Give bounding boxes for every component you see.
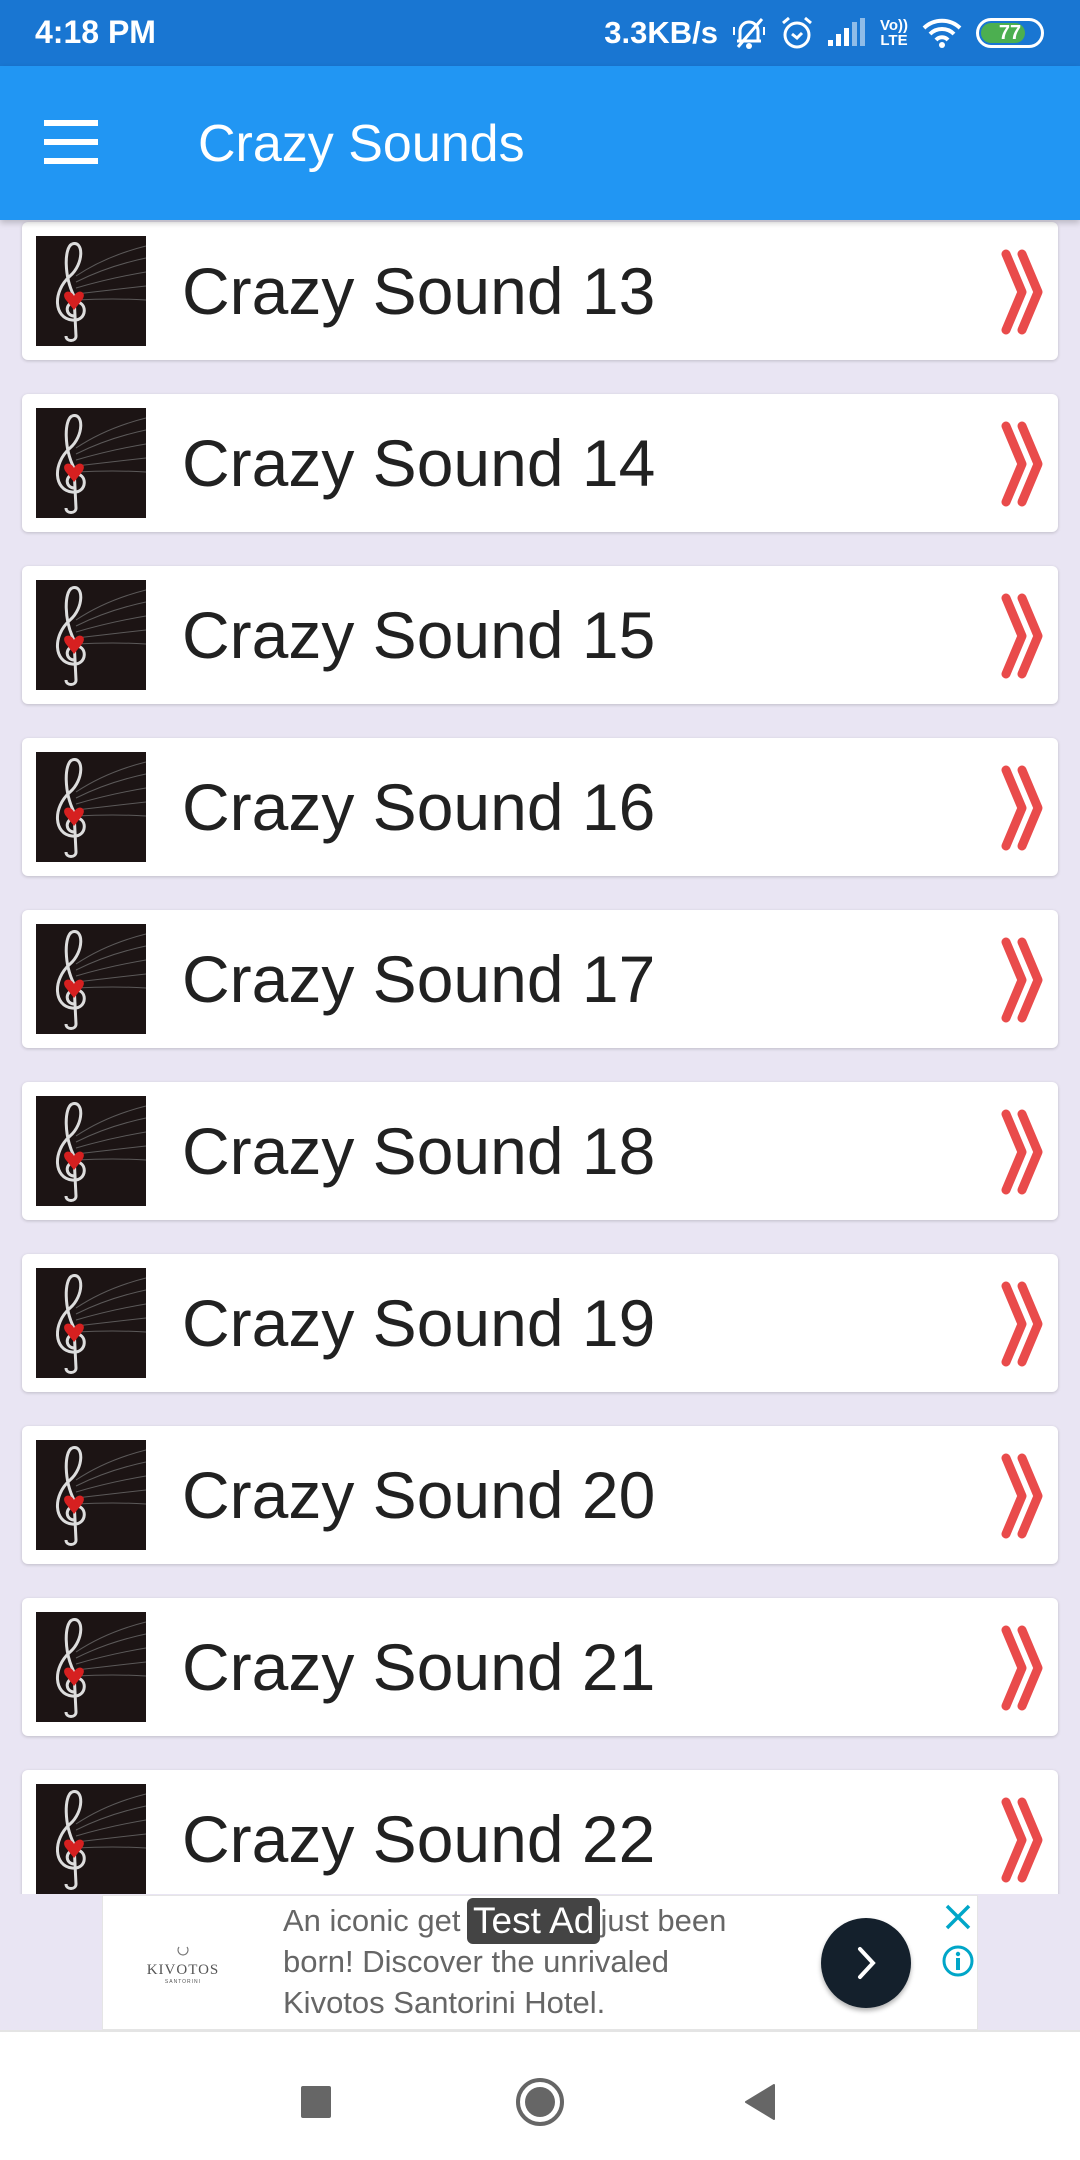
list-item-label: Crazy Sound 14 [182, 426, 656, 500]
list-item-label: Crazy Sound 18 [182, 1114, 656, 1188]
double-chevron-right-icon[interactable] [1000, 1452, 1046, 1540]
list-item-label: Crazy Sound 21 [182, 1630, 656, 1704]
status-bar: 4:18 PM 3.3KB/s Vo)) LTE 77 [0, 0, 1080, 66]
list-item[interactable]: Crazy Sound 19 [22, 1254, 1058, 1392]
double-chevron-right-icon[interactable] [1000, 592, 1046, 680]
double-chevron-right-icon[interactable] [1000, 248, 1046, 336]
treble-clef-thumbnail-icon [36, 1784, 146, 1894]
close-icon[interactable] [941, 1900, 975, 1934]
signal-icon [827, 18, 866, 48]
treble-clef-thumbnail-icon [36, 924, 146, 1034]
system-nav-bar [0, 2030, 1080, 2160]
list-item-label: Crazy Sound 16 [182, 770, 656, 844]
test-ad-badge: Test Ad [467, 1898, 601, 1944]
list-item-label: Crazy Sound 19 [182, 1286, 656, 1360]
chevron-right-icon [858, 1947, 876, 1979]
list-item-label: Crazy Sound 17 [182, 942, 656, 1016]
list-item-label: Crazy Sound 22 [182, 1802, 656, 1876]
double-chevron-right-icon[interactable] [1000, 1624, 1046, 1712]
double-chevron-right-icon[interactable] [1000, 764, 1046, 852]
treble-clef-thumbnail-icon [36, 408, 146, 518]
list-item[interactable]: Crazy Sound 22 [22, 1770, 1058, 1894]
list-item[interactable]: Crazy Sound 20 [22, 1426, 1058, 1564]
list-item[interactable]: Crazy Sound 15 [22, 566, 1058, 704]
double-chevron-right-icon[interactable] [1000, 1280, 1046, 1368]
ad-logo-icon [177, 1946, 189, 1956]
ad-open-button[interactable] [821, 1918, 911, 2008]
treble-clef-thumbnail-icon [36, 1440, 146, 1550]
treble-clef-thumbnail-icon [36, 752, 146, 862]
double-chevron-right-icon[interactable] [1000, 1108, 1046, 1196]
app-bar: Crazy Sounds [0, 66, 1080, 220]
home-circle-icon[interactable] [510, 2072, 570, 2132]
treble-clef-thumbnail-icon [36, 236, 146, 346]
treble-clef-thumbnail-icon [36, 1268, 146, 1378]
sound-list[interactable]: Crazy Sound 13 Crazy Sound 14 Crazy Sound … [0, 220, 1080, 1894]
list-item-label: Crazy Sound 13 [182, 254, 656, 328]
list-item-label: Crazy Sound 20 [182, 1458, 656, 1532]
list-item[interactable]: Crazy Sound 17 [22, 910, 1058, 1048]
double-chevron-right-icon[interactable] [1000, 936, 1046, 1024]
network-speed: 3.3KB/s [604, 15, 718, 50]
wifi-icon [922, 17, 962, 49]
list-item-label: Crazy Sound 15 [182, 598, 656, 672]
recents-square-icon[interactable] [286, 2072, 346, 2132]
ad-banner[interactable]: KIVOTOS SANTORINI An iconic get just been… [102, 1895, 978, 2030]
double-chevron-right-icon[interactable] [1000, 420, 1046, 508]
battery-icon: 77 [976, 18, 1044, 48]
back-triangle-icon[interactable] [730, 2072, 790, 2132]
status-icons: 3.3KB/s Vo)) LTE 77 [604, 10, 1044, 56]
list-item[interactable]: Crazy Sound 21 [22, 1598, 1058, 1736]
info-icon[interactable] [941, 1944, 975, 1978]
volte-icon: Vo)) LTE [879, 17, 908, 49]
list-item[interactable]: Crazy Sound 14 [22, 394, 1058, 532]
battery-level: 77 [998, 21, 1022, 44]
treble-clef-thumbnail-icon [36, 1612, 146, 1722]
bell-muted-icon [732, 15, 766, 51]
ad-logo: KIVOTOS SANTORINI [143, 1944, 223, 1985]
alarm-icon [780, 15, 814, 51]
list-item[interactable]: Crazy Sound 16 [22, 738, 1058, 876]
hamburger-menu-icon[interactable] [44, 120, 104, 166]
double-chevron-right-icon[interactable] [1000, 1796, 1046, 1884]
treble-clef-thumbnail-icon [36, 580, 146, 690]
list-item[interactable]: Crazy Sound 13 [22, 222, 1058, 360]
list-item[interactable]: Crazy Sound 18 [22, 1082, 1058, 1220]
app-title: Crazy Sounds [198, 115, 525, 173]
status-time: 4:18 PM [35, 14, 156, 50]
treble-clef-thumbnail-icon [36, 1096, 146, 1206]
